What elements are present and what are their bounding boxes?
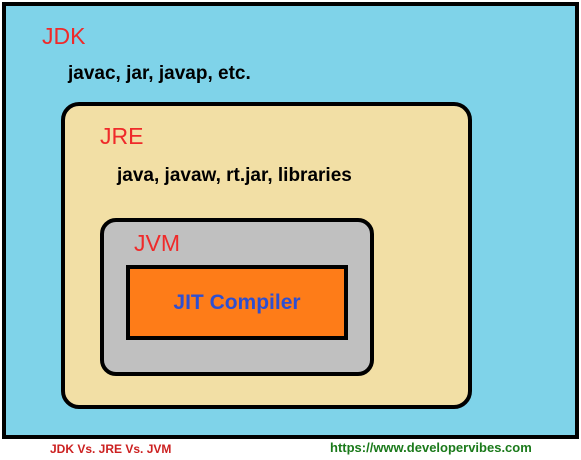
jdk-title: JDK (42, 23, 86, 49)
jdk-contents: javac, jar, javap, etc. (68, 63, 251, 84)
jre-contents: java, javaw, rt.jar, libraries (117, 165, 352, 186)
jvm-title: JVM (134, 230, 180, 256)
jit-compiler-box: JIT Compiler (126, 265, 348, 340)
source-url: https://www.developervibes.com (330, 440, 532, 455)
jit-compiler-label: JIT Compiler (173, 290, 301, 314)
diagram-caption: JDK Vs. JRE Vs. JVM (50, 442, 172, 456)
jre-title: JRE (100, 123, 144, 149)
